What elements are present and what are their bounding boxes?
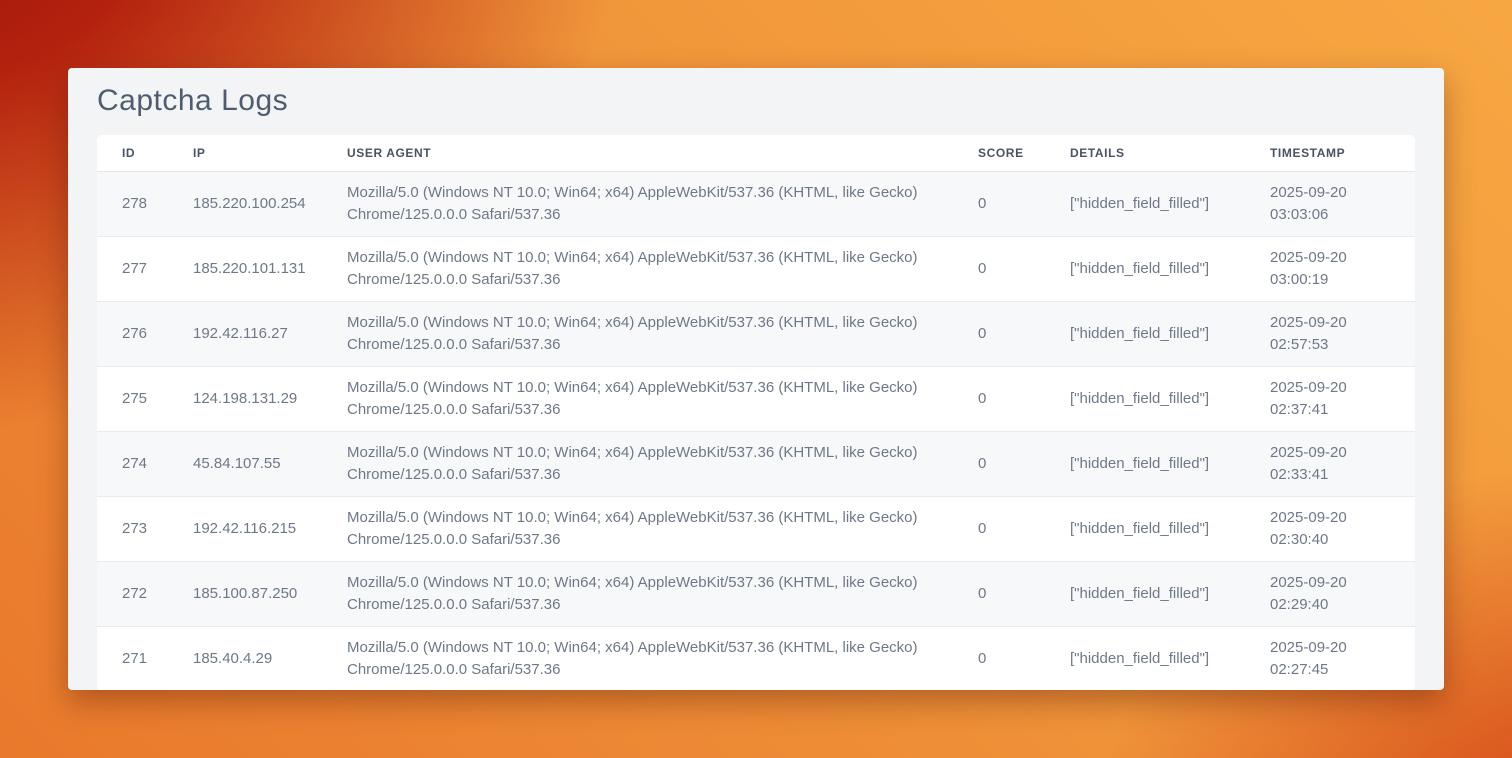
cell-id: 273 (97, 496, 193, 561)
table-row: 275124.198.131.29Mozilla/5.0 (Windows NT… (97, 366, 1415, 431)
column-header-timestamp: TIMESTAMP (1270, 135, 1415, 171)
table-row: 277185.220.101.131Mozilla/5.0 (Windows N… (97, 236, 1415, 301)
cell-details: ["hidden_field_filled"] (1070, 236, 1270, 301)
cell-details: ["hidden_field_filled"] (1070, 561, 1270, 626)
column-header-score: SCORE (978, 135, 1070, 171)
cell-score: 0 (978, 496, 1070, 561)
cell-timestamp: 2025-09-20 02:29:40 (1270, 561, 1415, 626)
cell-ip: 185.220.101.131 (193, 236, 347, 301)
cell-id: 271 (97, 626, 193, 690)
table-row: 278185.220.100.254Mozilla/5.0 (Windows N… (97, 171, 1415, 236)
cell-user-agent: Mozilla/5.0 (Windows NT 10.0; Win64; x64… (347, 496, 978, 561)
cell-user-agent: Mozilla/5.0 (Windows NT 10.0; Win64; x64… (347, 431, 978, 496)
page-title: Captcha Logs (97, 84, 1444, 118)
column-header-ip: IP (193, 135, 347, 171)
table-header-row: ID IP USER AGENT SCORE DETAILS TIMESTAMP (97, 135, 1415, 171)
cell-details: ["hidden_field_filled"] (1070, 496, 1270, 561)
cell-ip: 185.220.100.254 (193, 171, 347, 236)
cell-score: 0 (978, 171, 1070, 236)
cell-id: 274 (97, 431, 193, 496)
cell-score: 0 (978, 561, 1070, 626)
cell-details: ["hidden_field_filled"] (1070, 301, 1270, 366)
captcha-logs-table: ID IP USER AGENT SCORE DETAILS TIMESTAMP… (97, 135, 1415, 690)
cell-score: 0 (978, 626, 1070, 690)
table-row: 273192.42.116.215Mozilla/5.0 (Windows NT… (97, 496, 1415, 561)
cell-user-agent: Mozilla/5.0 (Windows NT 10.0; Win64; x64… (347, 301, 978, 366)
cell-timestamp: 2025-09-20 02:30:40 (1270, 496, 1415, 561)
cell-score: 0 (978, 431, 1070, 496)
column-header-user-agent: USER AGENT (347, 135, 978, 171)
cell-timestamp: 2025-09-20 02:27:45 (1270, 626, 1415, 690)
column-header-id: ID (97, 135, 193, 171)
table-row: 27445.84.107.55Mozilla/5.0 (Windows NT 1… (97, 431, 1415, 496)
cell-timestamp: 2025-09-20 02:33:41 (1270, 431, 1415, 496)
cell-user-agent: Mozilla/5.0 (Windows NT 10.0; Win64; x64… (347, 626, 978, 690)
cell-timestamp: 2025-09-20 03:03:06 (1270, 171, 1415, 236)
cell-timestamp: 2025-09-20 03:00:19 (1270, 236, 1415, 301)
cell-id: 275 (97, 366, 193, 431)
cell-user-agent: Mozilla/5.0 (Windows NT 10.0; Win64; x64… (347, 366, 978, 431)
cell-details: ["hidden_field_filled"] (1070, 171, 1270, 236)
cell-ip: 45.84.107.55 (193, 431, 347, 496)
cell-user-agent: Mozilla/5.0 (Windows NT 10.0; Win64; x64… (347, 561, 978, 626)
cell-id: 277 (97, 236, 193, 301)
captcha-logs-card: Captcha Logs ID IP USER AGENT SCORE DETA… (68, 68, 1444, 690)
table-row: 276192.42.116.27Mozilla/5.0 (Windows NT … (97, 301, 1415, 366)
cell-details: ["hidden_field_filled"] (1070, 366, 1270, 431)
cell-details: ["hidden_field_filled"] (1070, 626, 1270, 690)
page-background: { "page": { "title": "Captcha Logs" }, "… (0, 0, 1512, 758)
logs-table-container: ID IP USER AGENT SCORE DETAILS TIMESTAMP… (97, 135, 1415, 690)
cell-details: ["hidden_field_filled"] (1070, 431, 1270, 496)
cell-id: 278 (97, 171, 193, 236)
cell-ip: 185.40.4.29 (193, 626, 347, 690)
cell-id: 272 (97, 561, 193, 626)
cell-timestamp: 2025-09-20 02:37:41 (1270, 366, 1415, 431)
cell-id: 276 (97, 301, 193, 366)
cell-ip: 185.100.87.250 (193, 561, 347, 626)
cell-timestamp: 2025-09-20 02:57:53 (1270, 301, 1415, 366)
table-row: 272185.100.87.250Mozilla/5.0 (Windows NT… (97, 561, 1415, 626)
cell-score: 0 (978, 301, 1070, 366)
cell-user-agent: Mozilla/5.0 (Windows NT 10.0; Win64; x64… (347, 236, 978, 301)
cell-score: 0 (978, 236, 1070, 301)
table-row: 271185.40.4.29Mozilla/5.0 (Windows NT 10… (97, 626, 1415, 690)
column-header-details: DETAILS (1070, 135, 1270, 171)
cell-ip: 124.198.131.29 (193, 366, 347, 431)
cell-score: 0 (978, 366, 1070, 431)
cell-user-agent: Mozilla/5.0 (Windows NT 10.0; Win64; x64… (347, 171, 978, 236)
cell-ip: 192.42.116.27 (193, 301, 347, 366)
cell-ip: 192.42.116.215 (193, 496, 347, 561)
